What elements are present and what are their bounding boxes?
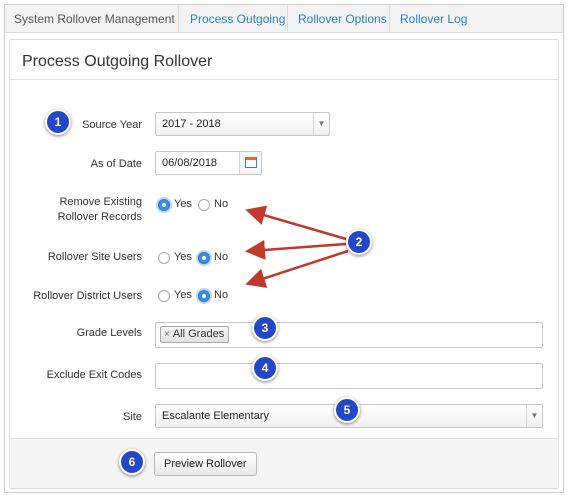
app-window: System Rollover Management Process Outgo… xyxy=(4,4,564,493)
grade-levels-label: Grade Levels xyxy=(76,327,142,339)
as-of-date-input[interactable]: 06/08/2018 xyxy=(155,151,262,175)
remove-existing-no-radio[interactable] xyxy=(198,199,210,211)
chevron-down-icon: ▼ xyxy=(313,113,329,135)
rollover-site-users-yes-label: Yes xyxy=(174,251,192,263)
exclude-exit-codes-input[interactable] xyxy=(155,363,543,389)
callout-badge-2: 2 xyxy=(346,229,372,255)
chevron-down-icon: ▼ xyxy=(526,405,542,427)
page-title: Process Outgoing Rollover xyxy=(22,53,213,70)
rollover-district-users-no-radio[interactable] xyxy=(198,290,210,302)
callout-badge-5: 5 xyxy=(334,397,360,423)
rollover-district-users-no-label: No xyxy=(214,289,229,301)
rollover-site-users-no-label: No xyxy=(214,251,229,263)
rollover-site-users-yes-radio[interactable] xyxy=(158,252,170,264)
tab-divider xyxy=(178,5,179,33)
grade-chip: × All Grades xyxy=(160,326,230,343)
site-label: Site xyxy=(123,411,142,423)
remove-chip-icon[interactable]: × xyxy=(164,329,170,340)
source-year-label: Source Year xyxy=(82,119,142,131)
remove-existing-label: Remove Existing Rollover Records xyxy=(10,195,142,225)
source-year-value: 2017 - 2018 xyxy=(162,118,221,130)
rollover-district-users-yes-radio[interactable] xyxy=(158,290,170,302)
preview-rollover-button[interactable]: Preview Rollover xyxy=(154,452,257,476)
tab-process-outgoing[interactable]: Process Outgoing xyxy=(190,5,285,33)
remove-existing-yes-label: Yes xyxy=(174,198,192,210)
rollover-form-panel: Process Outgoing Rollover Source Year 20… xyxy=(9,39,559,489)
tab-divider xyxy=(389,5,390,33)
remove-existing-label-line1: Remove Existing xyxy=(59,196,142,208)
grade-chip-label: All Grades xyxy=(172,328,225,340)
grade-levels-multiselect[interactable]: × All Grades xyxy=(155,322,543,348)
panel-header: Process Outgoing Rollover xyxy=(10,40,558,80)
rollover-district-users-yes-label: Yes xyxy=(174,289,192,301)
calendar-button[interactable] xyxy=(239,152,261,174)
exclude-exit-codes-label: Exclude Exit Codes xyxy=(46,369,142,381)
callout-badge-1: 1 xyxy=(45,109,71,135)
remove-existing-no-label: No xyxy=(214,198,229,210)
app-title: System Rollover Management xyxy=(14,12,175,26)
as-of-date-value: 06/08/2018 xyxy=(162,157,218,169)
callout-badge-6: 6 xyxy=(119,449,145,475)
as-of-date-label: As of Date xyxy=(90,158,142,170)
tab-rollover-options[interactable]: Rollover Options xyxy=(298,5,387,33)
site-value: Escalante Elementary xyxy=(162,410,269,422)
rollover-site-users-no-radio[interactable] xyxy=(198,252,210,264)
source-year-select[interactable]: 2017 - 2018 ▼ xyxy=(155,112,330,136)
remove-existing-label-line2: Rollover Records xyxy=(57,211,142,223)
calendar-icon xyxy=(245,157,257,168)
form-footer: Preview Rollover xyxy=(10,438,558,488)
callout-badge-3: 3 xyxy=(252,315,278,341)
remove-existing-yes-radio[interactable] xyxy=(158,199,170,211)
tab-bar: System Rollover Management Process Outgo… xyxy=(5,5,563,33)
tab-divider xyxy=(287,5,288,33)
rollover-site-users-label: Rollover Site Users xyxy=(47,251,142,263)
tab-rollover-log[interactable]: Rollover Log xyxy=(400,5,467,33)
callout-badge-4: 4 xyxy=(252,355,278,381)
rollover-district-users-label: Rollover District Users xyxy=(33,290,142,302)
